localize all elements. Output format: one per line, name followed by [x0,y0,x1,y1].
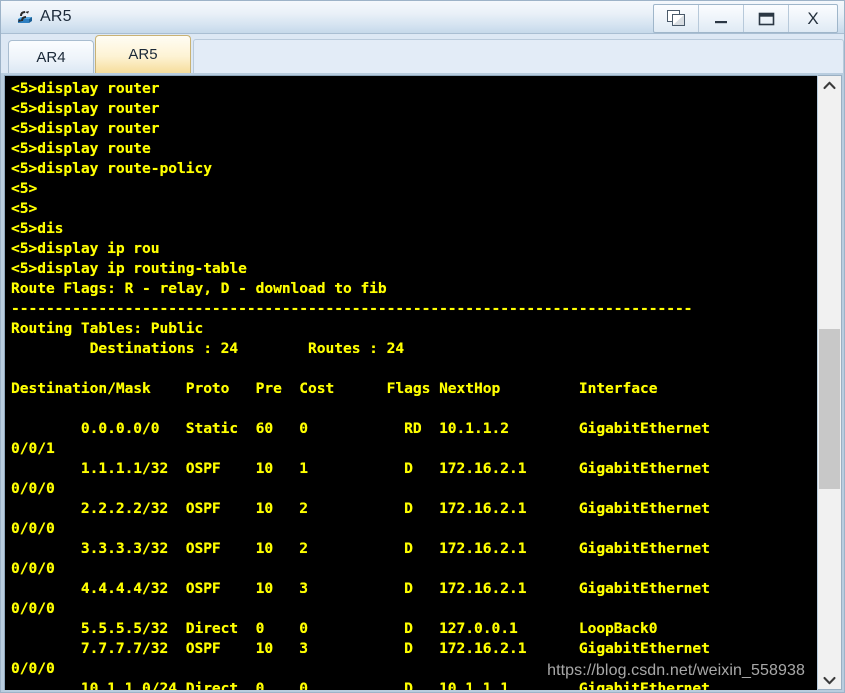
close-icon: X [807,10,818,27]
scroll-up-button[interactable] [818,76,841,94]
chevron-up-icon [823,81,836,90]
minimize-button[interactable] [699,5,744,32]
emulator-window: AR5 X [0,0,845,693]
window-controls: X [653,4,838,33]
tab-ar5-label: AR5 [128,46,157,63]
terminal-output: <5>display router <5>display router <5>d… [11,79,817,690]
scrollbar-thumb[interactable] [819,329,840,489]
terminal-area: <5>display router <5>display router <5>d… [1,73,844,693]
terminal-console[interactable]: <5>display router <5>display router <5>d… [4,75,817,690]
title-bar: AR5 X [1,1,844,34]
tab-ar4-label: AR4 [36,49,65,66]
router-icon [13,6,35,28]
maximize-button[interactable] [744,5,789,32]
scroll-down-button[interactable] [818,671,841,689]
vertical-scrollbar[interactable] [818,75,842,690]
close-button[interactable]: X [789,5,837,32]
minimize-icon [712,13,730,25]
tab-bar: AR4 AR5 [1,34,844,73]
chevron-down-icon [823,676,836,685]
window-title: AR5 [40,8,72,26]
tab-ar4[interactable]: AR4 [8,40,94,73]
tab-strip-filler [193,39,844,73]
tab-ar5[interactable]: AR5 [95,35,191,73]
restore-windows-button[interactable] [654,5,699,32]
maximize-icon [758,11,775,26]
cascade-windows-icon [667,10,686,27]
